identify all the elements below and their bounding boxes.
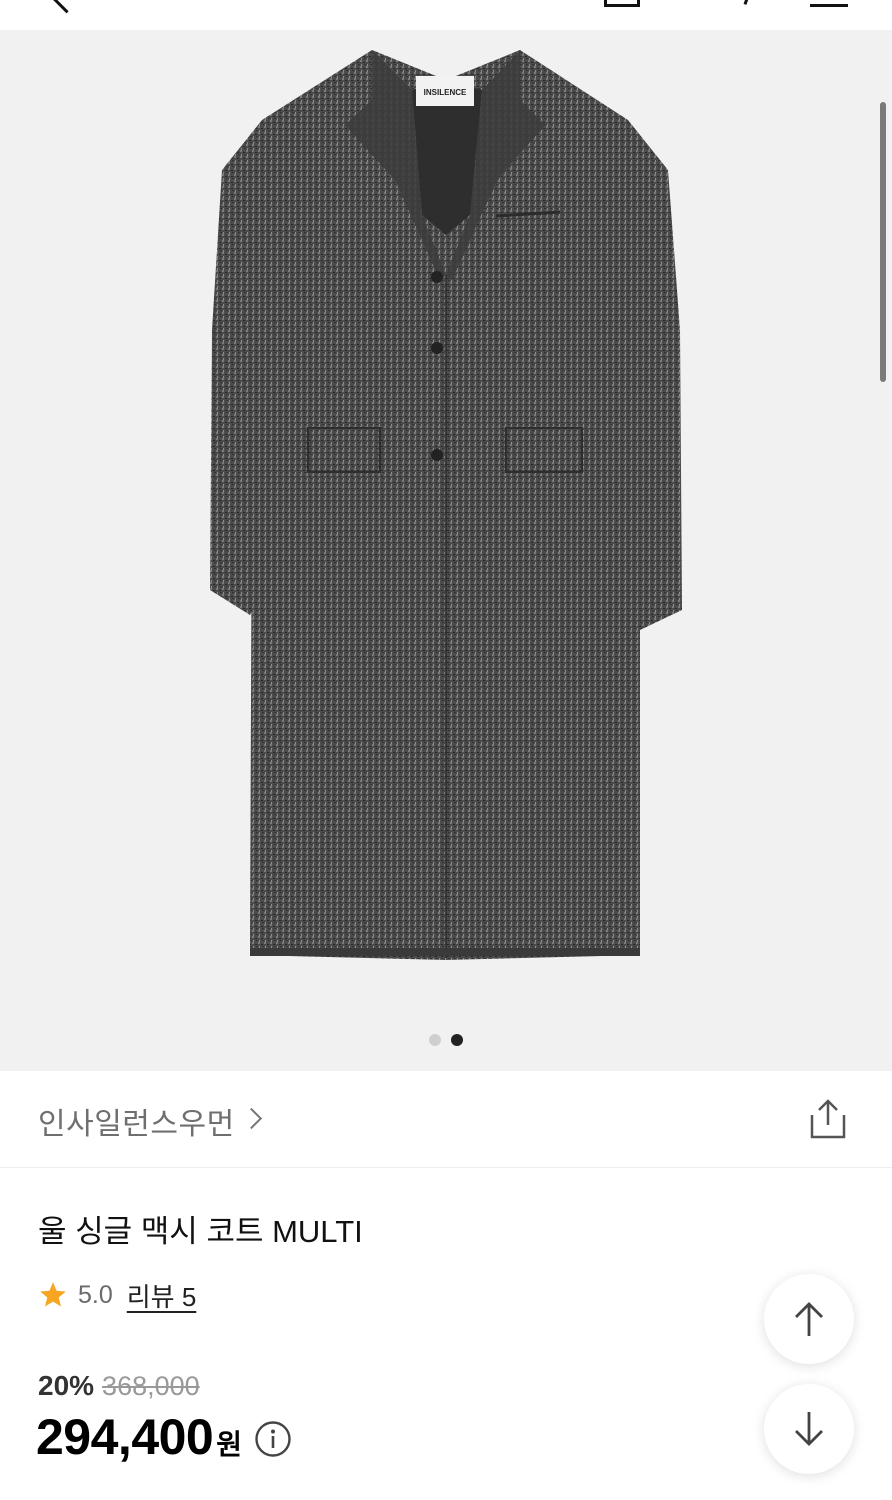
rating-value: 5.0 (78, 1280, 113, 1309)
review-link[interactable]: 리뷰 5 (127, 1277, 197, 1314)
currency-unit: 원 (216, 1429, 243, 1460)
info-icon[interactable] (254, 1420, 292, 1458)
scroll-up-button[interactable] (764, 1274, 854, 1364)
product-title: 울 싱글 맥시 코트 MULTI (38, 1214, 363, 1249)
product-image: INSILENCE (210, 50, 682, 960)
scroll-down-button[interactable] (764, 1384, 854, 1474)
discount-rate: 20% (38, 1370, 95, 1401)
share-icon[interactable] (804, 1095, 852, 1143)
arrow-down-icon (795, 1412, 823, 1446)
scroll-indicator (880, 102, 886, 382)
top-header (0, 0, 892, 30)
cart-icon[interactable] (810, 0, 848, 7)
brand-label-text: INSILENCE (424, 88, 467, 97)
final-price: 294,400 (36, 1409, 214, 1465)
home-icon[interactable] (604, 0, 640, 7)
original-price: 368,000 (102, 1371, 200, 1401)
product-image-gallery[interactable]: INSILENCE (0, 30, 892, 1071)
price-discount-row: 20% 368,000 (38, 1370, 200, 1402)
arrow-up-icon (795, 1302, 823, 1336)
pagination-dot[interactable] (429, 1034, 441, 1046)
brand-row: 인사일런스우먼 (0, 1071, 892, 1168)
rating-row: 5.0 리뷰 5 (38, 1278, 196, 1312)
image-pagination-dots (0, 1034, 892, 1046)
chevron-right-icon[interactable] (240, 1107, 263, 1130)
final-price-row: 294,400 원 (36, 1408, 292, 1466)
search-icon[interactable] (728, 0, 751, 5)
back-icon[interactable] (51, 0, 82, 14)
brand-link[interactable]: 인사일런스우먼 (38, 1099, 235, 1143)
pagination-dot-active[interactable] (451, 1034, 463, 1046)
star-icon (40, 1282, 66, 1307)
